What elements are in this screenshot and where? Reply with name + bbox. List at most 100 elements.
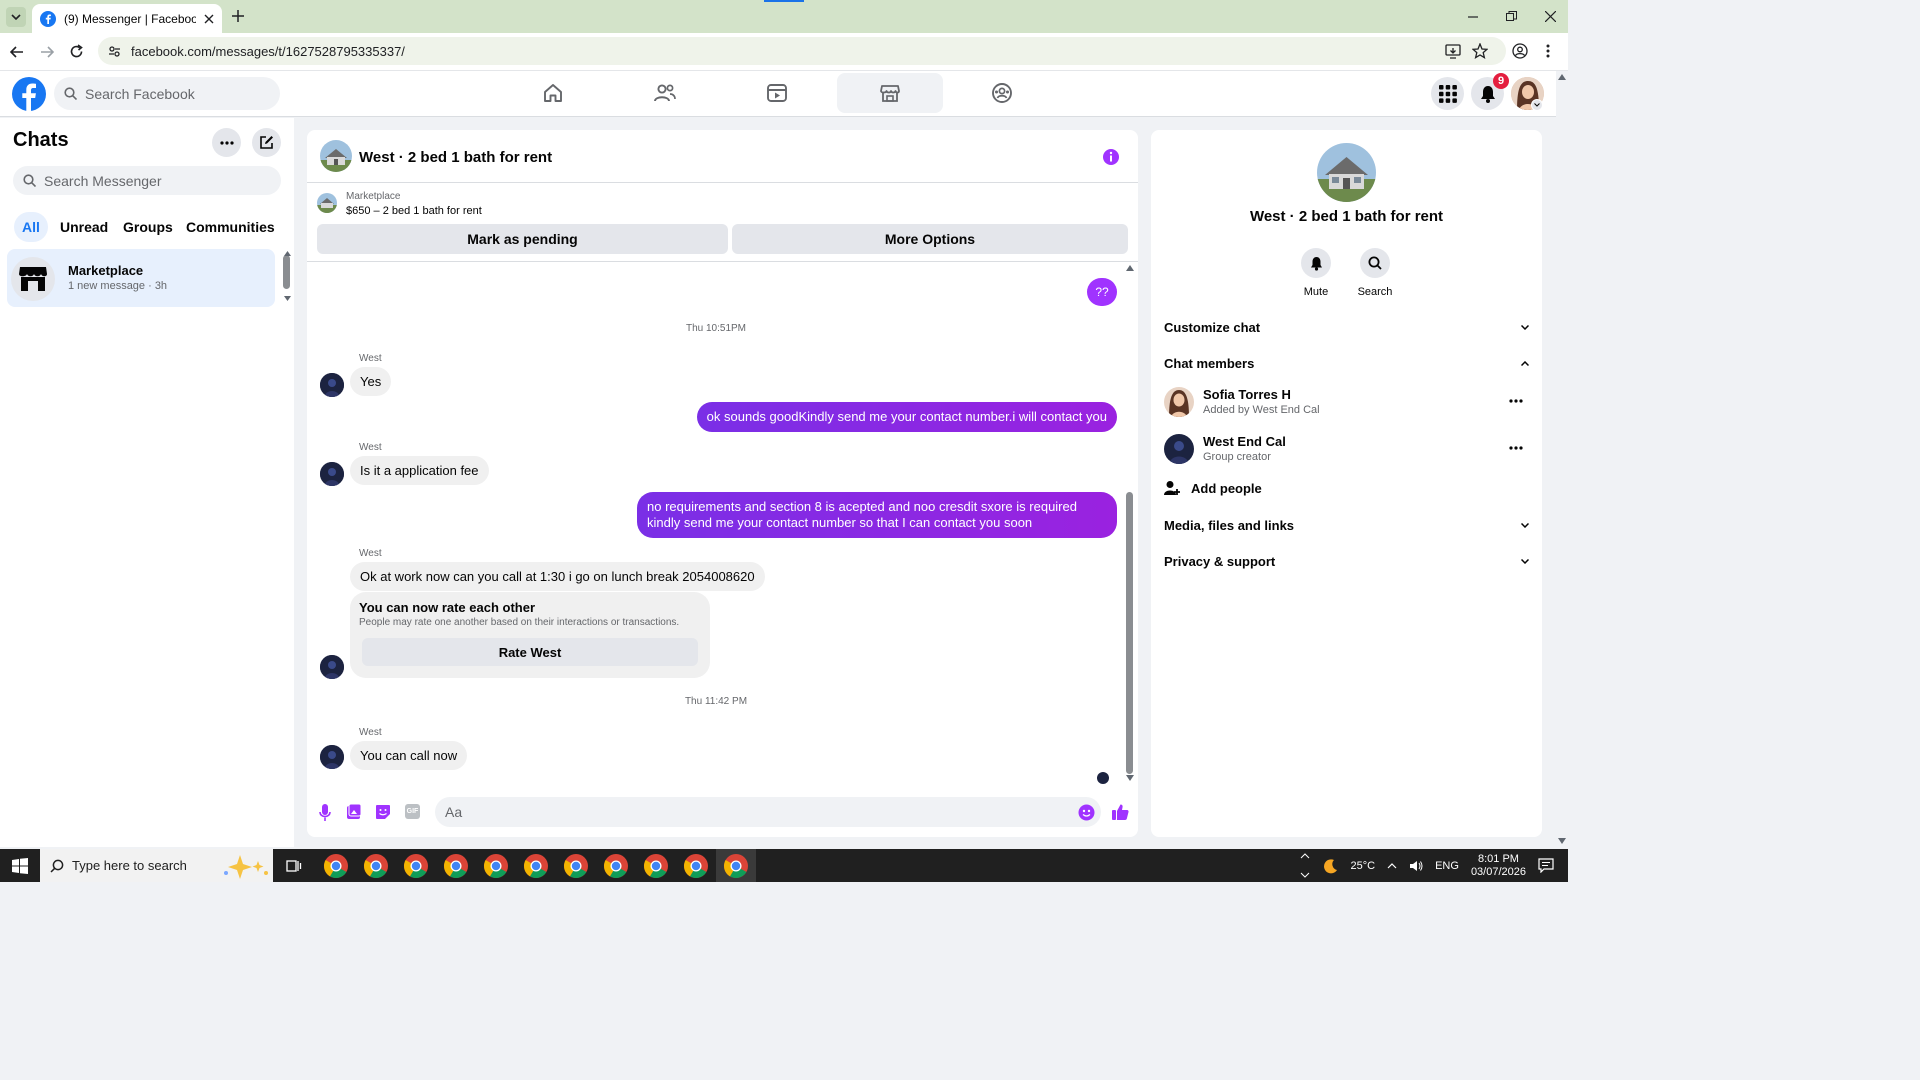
sender-avatar[interactable] — [320, 655, 344, 679]
browser-tab[interactable]: (9) Messenger | Facebook — [32, 4, 222, 33]
more-options-button[interactable]: More Options — [732, 224, 1128, 254]
add-people-button[interactable]: Add people — [1164, 480, 1262, 496]
details-photo[interactable] — [1317, 143, 1376, 202]
message-incoming[interactable]: Ok at work now can you call at 1:30 i go… — [350, 562, 765, 591]
mark-as-pending-button[interactable]: Mark as pending — [317, 224, 728, 254]
language[interactable]: ENG — [1435, 860, 1459, 872]
close-tab-icon[interactable] — [204, 14, 214, 24]
microphone-icon[interactable] — [319, 804, 331, 822]
chrome-taskbar-icon[interactable] — [643, 853, 669, 879]
conversation-item-marketplace[interactable]: Marketplace 1 new message · 3h — [7, 249, 275, 307]
sidebar-scrollbar[interactable] — [283, 255, 290, 289]
emoji-icon[interactable] — [1078, 804, 1095, 821]
temperature[interactable]: 25°C — [1351, 860, 1376, 872]
chrome-taskbar-icon[interactable] — [683, 853, 709, 879]
new-message-button[interactable] — [252, 128, 281, 157]
messenger-search[interactable]: Search Messenger — [13, 166, 281, 195]
rate-west-button[interactable]: Rate West — [362, 638, 698, 666]
customize-chat-section[interactable]: Customize chat — [1164, 320, 1529, 335]
chrome-taskbar-icon[interactable] — [563, 853, 589, 879]
minimize-icon[interactable] — [1468, 12, 1478, 22]
sticker-icon[interactable] — [375, 804, 391, 820]
like-thumbs-up-icon[interactable] — [1111, 803, 1129, 821]
chevron-up-icon[interactable] — [1387, 862, 1397, 869]
omnibox[interactable]: facebook.com/messages/t/1627528795335337… — [98, 37, 1506, 65]
taskbar-search[interactable]: Type here to search — [40, 849, 273, 882]
message-outgoing[interactable]: no requirements and section 8 is acepted… — [637, 492, 1117, 538]
message-incoming[interactable]: You can call now — [350, 741, 468, 770]
filter-groups[interactable]: Groups — [115, 212, 181, 242]
nav-groups[interactable] — [949, 73, 1055, 113]
page-scroll-up-icon[interactable] — [1558, 74, 1566, 80]
nav-home[interactable] — [500, 73, 606, 113]
chrome-taskbar-icon-active[interactable] — [723, 853, 749, 879]
nav-marketplace[interactable] — [837, 73, 943, 113]
facebook-logo[interactable] — [12, 77, 46, 111]
browser-menu-icon[interactable] — [1546, 43, 1550, 59]
windows-start-icon[interactable] — [12, 858, 28, 874]
scroll-up-icon[interactable] — [1126, 265, 1134, 271]
filter-communities[interactable]: Communities — [178, 212, 283, 242]
weather-moon-icon[interactable] — [1323, 858, 1339, 874]
site-info-icon[interactable] — [108, 45, 121, 58]
task-view-icon[interactable] — [286, 858, 302, 874]
chrome-taskbar-icon[interactable] — [363, 853, 389, 879]
nav-video[interactable] — [724, 73, 830, 113]
install-app-icon[interactable] — [1445, 44, 1461, 59]
media-files-section[interactable]: Media, files and links — [1164, 518, 1529, 533]
facebook-search[interactable]: Search Facebook — [54, 77, 280, 110]
chrome-taskbar-icon[interactable] — [523, 853, 549, 879]
sender-avatar[interactable] — [320, 745, 344, 769]
restore-icon[interactable] — [1506, 11, 1517, 22]
clock[interactable]: 8:01 PM 03/07/2026 — [1471, 853, 1526, 879]
notification-center-icon[interactable] — [1538, 858, 1554, 873]
member-row[interactable]: West End Cal Group creator — [1164, 430, 1529, 470]
reload-icon[interactable] — [69, 44, 84, 59]
sender-avatar[interactable] — [320, 462, 344, 486]
close-window-icon[interactable] — [1545, 11, 1556, 22]
page-scroll-down-icon[interactable] — [1558, 838, 1566, 844]
chrome-taskbar-icon[interactable] — [323, 853, 349, 879]
scroll-up-icon[interactable] — [284, 251, 291, 256]
chat-members-section[interactable]: Chat members — [1164, 356, 1529, 371]
account-dropdown[interactable] — [1531, 99, 1543, 111]
chrome-taskbar-icon[interactable] — [403, 853, 429, 879]
scroll-down-icon[interactable] — [284, 296, 291, 301]
privacy-support-section[interactable]: Privacy & support — [1164, 554, 1529, 569]
menu-button[interactable] — [1431, 77, 1464, 110]
chrome-taskbar-icon[interactable] — [443, 853, 469, 879]
chat-scrollbar-thumb[interactable] — [1126, 492, 1133, 774]
bookmark-star-icon[interactable] — [1472, 43, 1488, 59]
image-icon[interactable] — [347, 804, 361, 820]
chats-options-button[interactable] — [212, 128, 241, 157]
more-icon[interactable] — [1509, 446, 1523, 450]
gif-button[interactable]: GIF — [405, 804, 420, 819]
notifications-button[interactable]: 9 — [1471, 73, 1509, 110]
chrome-taskbar-icon[interactable] — [483, 853, 509, 879]
filter-all[interactable]: All — [14, 212, 48, 242]
chrome-taskbar-icon[interactable] — [603, 853, 629, 879]
member-row[interactable]: Sofia Torres H Added by West End Cal — [1164, 383, 1529, 423]
search-action[interactable]: Search — [1345, 248, 1405, 298]
message-incoming[interactable]: Yes — [350, 367, 392, 396]
speaker-icon[interactable] — [1409, 860, 1423, 872]
info-icon[interactable] — [1102, 148, 1120, 166]
listing-title[interactable]: $650 – 2 bed 1 bath for rent — [346, 205, 482, 217]
chat-thumbnail[interactable] — [320, 140, 352, 172]
message-input[interactable]: Aa — [435, 797, 1101, 827]
forward-icon[interactable] — [40, 45, 54, 59]
taskbar-scroll[interactable] — [1300, 849, 1312, 882]
mute-action[interactable]: Mute — [1286, 248, 1346, 298]
message-outgoing[interactable]: ok sounds goodKindly send me your contac… — [696, 402, 1117, 432]
rate-card-title: You can now rate each other — [359, 600, 536, 615]
back-icon[interactable] — [10, 45, 24, 59]
more-icon[interactable] — [1509, 399, 1523, 403]
scroll-down-icon[interactable] — [1126, 775, 1134, 781]
nav-friends[interactable] — [612, 73, 718, 113]
profile-icon[interactable] — [1512, 43, 1528, 59]
sender-avatar[interactable] — [320, 373, 344, 397]
filter-unread[interactable]: Unread — [52, 212, 116, 242]
message-incoming[interactable]: Is it a application fee — [350, 456, 489, 485]
tab-list-button[interactable] — [6, 7, 26, 27]
new-tab-icon[interactable] — [232, 10, 244, 22]
